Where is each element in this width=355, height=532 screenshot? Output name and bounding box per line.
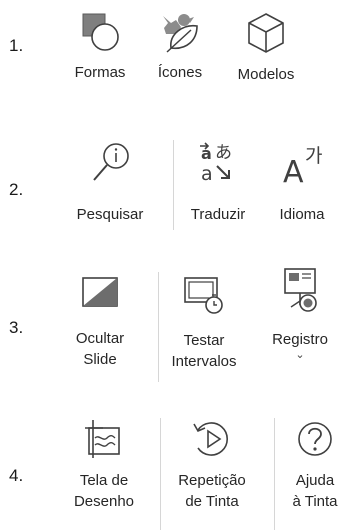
chevron-down-icon[interactable]: ⌄ (252, 350, 348, 361)
cat-bird-leaf-icon (163, 14, 198, 53)
row-2-number: 2. (9, 180, 24, 199)
row-4-number: 4. (9, 466, 24, 485)
icons-label: Ícones (157, 64, 203, 81)
hide-slide-label-2: Slide (83, 351, 117, 368)
ink-help-label-2: à Tinta (292, 493, 338, 510)
help-icon (298, 422, 332, 456)
drawing-canvas-button[interactable]: Tela de Desenho (62, 416, 146, 512)
hide-slide-label-1: Ocultar (75, 330, 125, 347)
ink-replay-label-1: Repetição (178, 472, 246, 489)
translate-button[interactable]: a あ a Traduzir (180, 140, 256, 225)
separator (173, 140, 174, 230)
translate-label: Traduzir (190, 206, 246, 223)
language-button[interactable]: A 가 Idioma (256, 140, 348, 225)
shapes-label: Formas (74, 64, 126, 81)
separator (158, 272, 159, 382)
row-1-number: 1. (9, 36, 24, 55)
ink-help-button[interactable]: Ajuda à Tinta (279, 416, 351, 512)
svg-text:A: A (283, 155, 304, 186)
translate-icon: a あ a (200, 142, 232, 185)
drawing-canvas-label-1: Tela de (79, 472, 129, 489)
shapes-button[interactable]: Formas (60, 10, 140, 83)
replay-icon (193, 422, 228, 456)
search-info-icon (93, 143, 129, 181)
record-slideshow-icon (284, 268, 317, 312)
search-label: Pesquisar (76, 206, 144, 223)
drawing-canvas-icon (85, 420, 120, 458)
search-button[interactable]: Pesquisar (64, 140, 156, 225)
svg-text:a: a (201, 163, 213, 185)
separator (160, 418, 161, 530)
record-button[interactable]: Registro ⌄ (252, 265, 348, 361)
ink-replay-label-2: de Tinta (185, 493, 239, 510)
ink-help-label-1: Ajuda (295, 472, 335, 489)
svg-text:가: 가 (305, 145, 322, 167)
rehearse-timings-label-1: Testar (183, 332, 225, 349)
hide-slide-button[interactable]: Ocultar Slide (60, 272, 140, 370)
rehearse-timings-icon (184, 277, 223, 314)
icons-button[interactable]: Ícones (140, 10, 220, 83)
language-icon: A 가 (283, 145, 322, 186)
separator (274, 418, 275, 530)
row-3-number: 3. (9, 318, 24, 337)
hide-slide-icon (82, 277, 118, 307)
models-button[interactable]: Modelos (220, 10, 312, 85)
models-label: Modelos (237, 66, 295, 83)
cube-icon (248, 13, 284, 53)
shapes-icon (82, 13, 119, 51)
ink-replay-button[interactable]: Repetição de Tinta (164, 416, 260, 512)
rehearse-timings-button[interactable]: Testar Intervalos (160, 272, 248, 372)
drawing-canvas-label-2: Desenho (73, 493, 135, 510)
rehearse-timings-label-2: Intervalos (171, 353, 237, 370)
language-label: Idioma (279, 206, 325, 223)
record-label: Registro (272, 331, 328, 348)
svg-text:あ: あ (215, 143, 232, 163)
